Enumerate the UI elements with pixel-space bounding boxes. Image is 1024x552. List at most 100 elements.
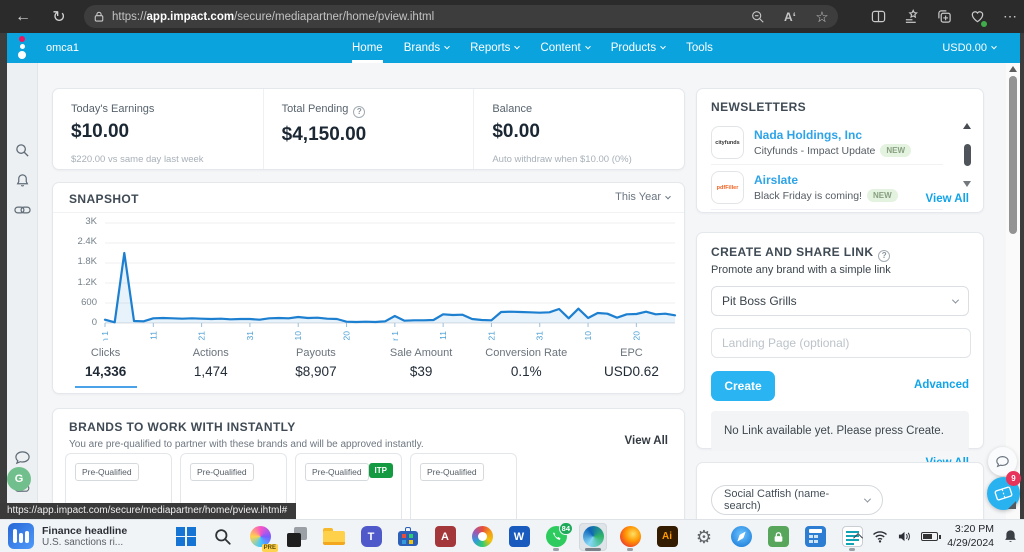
widgets-button[interactable]: Finance headline U.S. sanctions ri...	[8, 523, 127, 549]
settings-app[interactable]: ⚙	[690, 523, 718, 551]
news-subline: U.S. sanctions ri...	[42, 537, 127, 548]
read-aloud-icon[interactable]: Aʻ	[782, 9, 798, 25]
balance-dropdown[interactable]: USD0.00	[942, 33, 996, 63]
itp-badge: ITP	[369, 463, 393, 478]
create-button[interactable]: Create	[711, 371, 775, 401]
new-badge: NEW	[867, 189, 898, 202]
brand-select[interactable]: Pit Boss Grills	[711, 286, 969, 316]
scrollbar-thumb[interactable]	[1009, 76, 1017, 234]
menu-item-products[interactable]: Products	[611, 33, 665, 63]
help-icon[interactable]: ?	[353, 106, 365, 118]
file-explorer[interactable]	[320, 523, 348, 551]
chevron-down-icon	[444, 44, 450, 50]
advanced-link[interactable]: Advanced	[914, 379, 969, 391]
newsletters-card: NEWSLETTERS cityfunds Nada Holdings, Inc…	[696, 88, 984, 213]
chevron-down-icon	[991, 44, 997, 50]
back-icon[interactable]: ←	[10, 4, 36, 29]
copilot-app[interactable]: PRE	[246, 523, 274, 551]
gear-icon: ⚙	[696, 528, 712, 546]
scroll-down-icon[interactable]	[963, 181, 971, 187]
account-name[interactable]: omca1	[46, 33, 79, 63]
firefox-app[interactable]	[616, 523, 644, 551]
catfish-select[interactable]: Social Catfish (name-search)	[711, 485, 883, 515]
favorite-star-icon[interactable]: ☆	[814, 9, 830, 25]
menu-item-brands[interactable]: Brands	[404, 33, 449, 63]
url-host: app.impact.com	[147, 11, 235, 23]
menu-item-content[interactable]: Content	[540, 33, 589, 63]
newsletter-item[interactable]: pdfFiller Airslate Black Friday is comin…	[711, 166, 943, 210]
teams-app[interactable]: T	[357, 523, 385, 551]
brand-card[interactable]: Pre-QualifiedITP	[295, 453, 402, 519]
date-range-dropdown[interactable]: This Year	[615, 191, 670, 203]
store-icon	[398, 527, 418, 547]
taskbar-search[interactable]	[209, 523, 237, 551]
stat-payouts[interactable]: Payouts$8,907	[263, 343, 368, 393]
menu-item-tools[interactable]: Tools	[686, 33, 713, 63]
newsletter-title-link[interactable]: Nada Holdings, Inc	[754, 128, 911, 143]
bottom-widget-card: Social Catfish (name-search)	[696, 462, 984, 519]
avatar[interactable]: G	[7, 467, 31, 491]
edge-app[interactable]	[579, 523, 607, 551]
stat-epc[interactable]: EPCUSD0.62	[579, 343, 684, 393]
brands-view-all[interactable]: View All	[625, 435, 668, 447]
password-app[interactable]	[764, 523, 792, 551]
tray-date: 4/29/2024	[947, 537, 994, 550]
create-link-subtitle: Promote any brand with a simple link	[711, 264, 891, 276]
y-tick: 1.8K	[77, 256, 97, 267]
zoom-icon[interactable]	[750, 9, 766, 25]
link-icon[interactable]	[7, 204, 38, 216]
scroll-up-icon[interactable]	[963, 123, 971, 129]
newsletter-item[interactable]: cityfunds Nada Holdings, Inc Cityfunds -…	[711, 121, 943, 165]
clock[interactable]: 3:20 PM 4/29/2024	[947, 523, 994, 549]
stat-sale-amount[interactable]: Sale Amount$39	[369, 343, 474, 393]
wifi-icon[interactable]	[872, 530, 888, 543]
browser-essentials-icon[interactable]	[969, 9, 985, 25]
folder-icon	[323, 528, 345, 546]
newsletter-title-link[interactable]: Airslate	[754, 173, 898, 188]
help-icon[interactable]: ?	[878, 250, 890, 262]
windows-icon	[176, 527, 196, 547]
stat-actions[interactable]: Actions1,474	[158, 343, 263, 393]
microsoft-store[interactable]	[394, 523, 422, 551]
menu-item-reports[interactable]: Reports	[470, 33, 519, 63]
volume-icon[interactable]	[897, 530, 912, 543]
bell-icon[interactable]	[7, 173, 38, 188]
todays-earnings-label: Today's Earnings	[71, 103, 245, 115]
notifications-badge: 9	[1006, 471, 1021, 486]
stat-clicks[interactable]: Clicks14,336	[53, 343, 158, 393]
landing-page-input[interactable]	[711, 328, 971, 358]
menu-item-home[interactable]: Home	[352, 33, 383, 63]
illustrator-app[interactable]: Ai	[653, 523, 681, 551]
split-screen-icon[interactable]	[870, 9, 886, 25]
collections-icon[interactable]	[903, 9, 919, 25]
access-app[interactable]: A	[431, 523, 459, 551]
more-options-icon[interactable]: ⋯	[1002, 9, 1018, 25]
impact-logo[interactable]	[16, 36, 28, 59]
svg-text:Jan 21: Jan 21	[197, 331, 207, 341]
search-icon[interactable]	[7, 143, 38, 158]
balance: Balance $0.00 Auto withdraw when $10.00 …	[473, 89, 684, 169]
svg-text:Jan 1: Jan 1	[101, 331, 110, 341]
task-view[interactable]	[283, 523, 311, 551]
address-bar[interactable]: https://app.impact.com/secure/mediapartn…	[84, 5, 838, 28]
newsletters-scrollbar[interactable]	[961, 123, 973, 187]
calculator-app[interactable]	[801, 523, 829, 551]
safari-app[interactable]	[727, 523, 755, 551]
chat-icon[interactable]	[7, 450, 38, 465]
start-button[interactable]	[172, 523, 200, 551]
scrollbar-thumb[interactable]	[964, 144, 971, 166]
newsletters-view-all[interactable]: View All	[926, 193, 969, 205]
brand-card[interactable]: Pre-Qualified	[410, 453, 517, 519]
notification-bell-icon[interactable]	[1003, 529, 1018, 544]
scroll-up-icon[interactable]	[1009, 66, 1017, 72]
create-link-card: CREATE AND SHARE LINK? Promote any brand…	[696, 232, 984, 449]
stat-conversion-rate[interactable]: Conversion Rate0.1%	[474, 343, 579, 393]
tab-groups-icon[interactable]	[936, 9, 952, 25]
paint-app[interactable]	[468, 523, 496, 551]
battery-icon[interactable]	[921, 532, 938, 541]
create-link-title: CREATE AND SHARE LINK	[711, 245, 873, 259]
browser-chrome: ← ↻ https://app.impact.com/secure/mediap…	[0, 0, 1024, 33]
refresh-icon[interactable]: ↻	[46, 4, 72, 29]
whatsapp-app[interactable]: 84	[542, 523, 570, 551]
word-app[interactable]: W	[505, 523, 533, 551]
